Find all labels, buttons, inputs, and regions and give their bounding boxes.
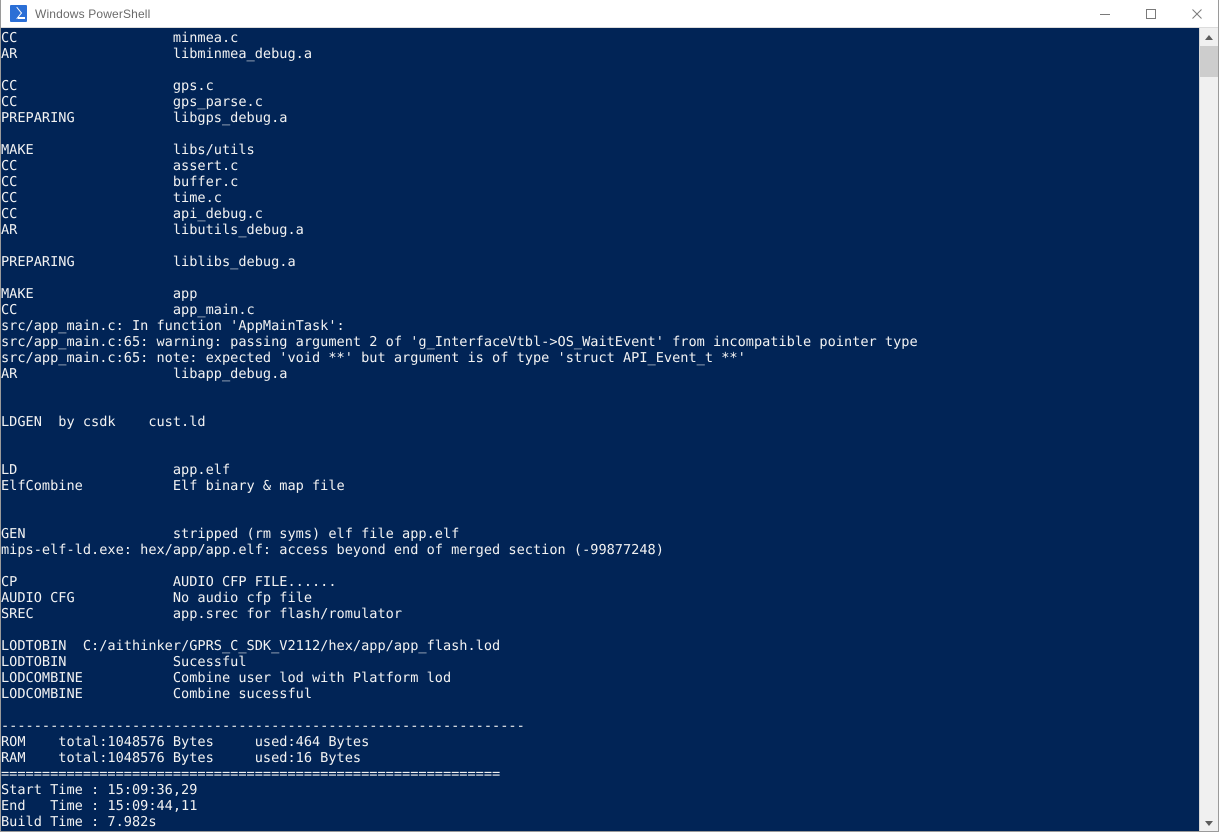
window-controls [1082, 0, 1218, 28]
console-line: CC time.c [1, 190, 222, 206]
close-icon [1192, 8, 1202, 19]
console-output-area[interactable]: CC minmea.c AR libminmea_debug.a CC gps.c… [1, 28, 1201, 831]
console-line: LODCOMBINE Combine sucessful [1, 686, 312, 702]
close-button[interactable] [1174, 0, 1218, 28]
console-line: CC assert.c [1, 158, 239, 174]
console-line: CC gps.c [1, 78, 214, 94]
console-line: End Time : 15:09:44,11 [1, 798, 198, 814]
console-line: MAKE libs/utils [1, 142, 255, 158]
scrollbar-thumb[interactable] [1200, 46, 1218, 77]
console-line: ----------------------------------------… [1, 718, 525, 734]
console-line: PREPARING libgps_debug.a [1, 110, 288, 126]
maximize-icon [1146, 8, 1156, 19]
console-line: Build Time : 7.982s [1, 814, 157, 830]
minimize-icon [1100, 13, 1110, 15]
console-line: RAM total:1048576 Bytes used:16 Bytes [1, 750, 362, 766]
console-line: ROM total:1048576 Bytes used:464 Bytes [1, 734, 370, 750]
console-line: LD app.elf [1, 462, 231, 478]
minimize-button[interactable] [1082, 0, 1128, 28]
console-line: Start Time : 15:09:36,29 [1, 782, 198, 798]
console-line: GEN stripped (rm syms) elf file app.elf [1, 526, 460, 542]
console-scrollbar[interactable] [1199, 28, 1218, 831]
console-line: CP AUDIO CFP FILE...... [1, 574, 337, 590]
console-line: LODTOBIN Sucessful [1, 654, 247, 670]
console-line: ========================================… [1, 766, 501, 782]
console-line: CC buffer.c [1, 174, 239, 190]
powershell-window: Windows PowerShell CC minmea.c AR libmin… [0, 0, 1219, 832]
console-line: src/app_main.c:65: note: expected 'void … [1, 350, 746, 366]
powershell-icon [10, 5, 27, 22]
console-line: LODTOBIN C:/aithinker/GPRS_C_SDK_V2112/h… [1, 638, 501, 654]
console-line: src/app_main.c:65: warning: passing argu… [1, 334, 918, 350]
scrollbar-track[interactable] [1200, 46, 1218, 814]
console-line: AUDIO CFG No audio cfp file [1, 590, 312, 606]
console-line: mips-elf-ld.exe: hex/app/app.elf: access… [1, 542, 664, 558]
console-line: AR libapp_debug.a [1, 366, 288, 382]
console-line: CC app_main.c [1, 302, 255, 318]
console-line: PREPARING liblibs_debug.a [1, 254, 296, 270]
title-bar: Windows PowerShell [1, 0, 1218, 28]
console-line: CC minmea.c [1, 30, 239, 46]
console-line: LODCOMBINE Combine user lod with Platfor… [1, 670, 452, 686]
console-line: AR libutils_debug.a [1, 222, 304, 238]
window-title: Windows PowerShell [35, 6, 151, 21]
console-line: MAKE app [1, 286, 198, 302]
scroll-down-arrow-icon[interactable] [1200, 814, 1218, 831]
console-line: src/app_main.c: In function 'AppMainTask… [1, 318, 345, 334]
console-line: ElfCombine Elf binary & map file [1, 478, 345, 494]
console-line: SREC app.srec for flash/romulator [1, 606, 403, 622]
console-line: CC api_debug.c [1, 206, 263, 222]
title-bar-left: Windows PowerShell [1, 0, 1082, 27]
console-line: CC gps_parse.c [1, 94, 263, 110]
scroll-up-arrow-icon[interactable] [1200, 28, 1218, 46]
maximize-button[interactable] [1128, 0, 1174, 28]
console-text: CC minmea.c AR libminmea_debug.a CC gps.c… [1, 30, 1201, 831]
console-line: LDGEN by csdk cust.ld [1, 414, 206, 430]
console-line: AR libminmea_debug.a [1, 46, 312, 62]
